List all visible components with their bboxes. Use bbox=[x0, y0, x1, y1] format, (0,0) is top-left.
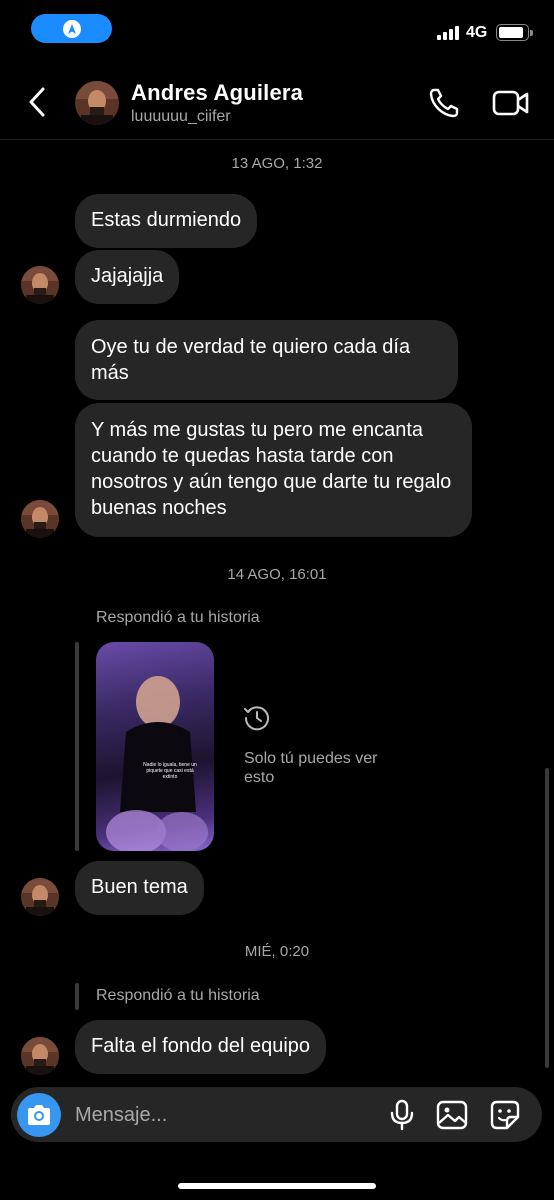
message-bubble[interactable]: Falta el fondo del equipo bbox=[75, 1020, 327, 1074]
message-bubble[interactable]: Jajajajja bbox=[75, 250, 180, 304]
home-indicator[interactable] bbox=[178, 1183, 376, 1189]
sender-avatar[interactable] bbox=[21, 878, 59, 916]
story-reply-label: Respondió a tu historia bbox=[96, 609, 260, 626]
sender-avatar[interactable] bbox=[21, 1037, 59, 1075]
private-notice: Solo tú puedes ver esto bbox=[244, 750, 378, 786]
contact-avatar[interactable] bbox=[75, 81, 119, 125]
contact-username[interactable]: luuuuuu_ciifer bbox=[131, 108, 231, 126]
battery-icon bbox=[496, 24, 533, 41]
microphone-icon bbox=[390, 1099, 414, 1131]
voice-call-button[interactable] bbox=[427, 86, 461, 120]
message-bubble[interactable]: Buen tema bbox=[75, 861, 204, 915]
message-bubble[interactable]: Oye tu de verdad te quiero cada día más bbox=[75, 320, 458, 400]
location-arrow-icon bbox=[62, 19, 81, 38]
scrollbar[interactable] bbox=[545, 768, 549, 1068]
message-bubble[interactable]: Estas durmiendo bbox=[75, 194, 258, 248]
history-icon bbox=[243, 704, 271, 732]
message-composer bbox=[11, 1087, 542, 1142]
network-type: 4G bbox=[466, 24, 488, 41]
sender-avatar[interactable] bbox=[21, 266, 59, 304]
voice-message-button[interactable] bbox=[388, 1099, 416, 1131]
story-reply-label: Respondió a tu historia bbox=[96, 987, 260, 1004]
reply-indicator-bar bbox=[75, 642, 79, 851]
camera-icon bbox=[28, 1105, 50, 1125]
status-bar: 4G bbox=[0, 0, 554, 64]
navigation-indicator[interactable] bbox=[31, 14, 112, 43]
sender-avatar[interactable] bbox=[21, 500, 59, 538]
message-input[interactable] bbox=[75, 1101, 375, 1129]
back-button[interactable] bbox=[22, 84, 52, 120]
video-camera-icon bbox=[492, 90, 529, 116]
date-separator: 13 AGO, 1:32 bbox=[231, 155, 323, 172]
phone-icon bbox=[429, 88, 459, 118]
image-icon bbox=[436, 1100, 468, 1130]
message-bubble[interactable]: Y más me gustas tu pero me encanta cuand… bbox=[75, 403, 472, 537]
chevron-left-icon bbox=[29, 87, 45, 117]
sticker-button[interactable] bbox=[489, 1099, 521, 1131]
story-caption: Nadie lo iguala, tiene un piquete que ca… bbox=[143, 762, 197, 780]
sticker-icon bbox=[490, 1100, 520, 1130]
date-separator: 14 AGO, 16:01 bbox=[227, 566, 327, 583]
story-thumbnail[interactable]: Nadie lo iguala, tiene un piquete que ca… bbox=[96, 642, 214, 851]
signal-icon bbox=[437, 26, 459, 40]
contact-name[interactable]: Andres Aguilera bbox=[131, 80, 303, 106]
reply-indicator-bar bbox=[75, 983, 79, 1010]
date-separator: MIÉ, 0:20 bbox=[244, 943, 310, 960]
video-call-button[interactable] bbox=[492, 86, 530, 120]
gallery-button[interactable] bbox=[436, 1099, 468, 1131]
chat-header: Andres Aguilera luuuuuu_ciifer bbox=[0, 64, 554, 140]
camera-button[interactable] bbox=[17, 1093, 61, 1137]
